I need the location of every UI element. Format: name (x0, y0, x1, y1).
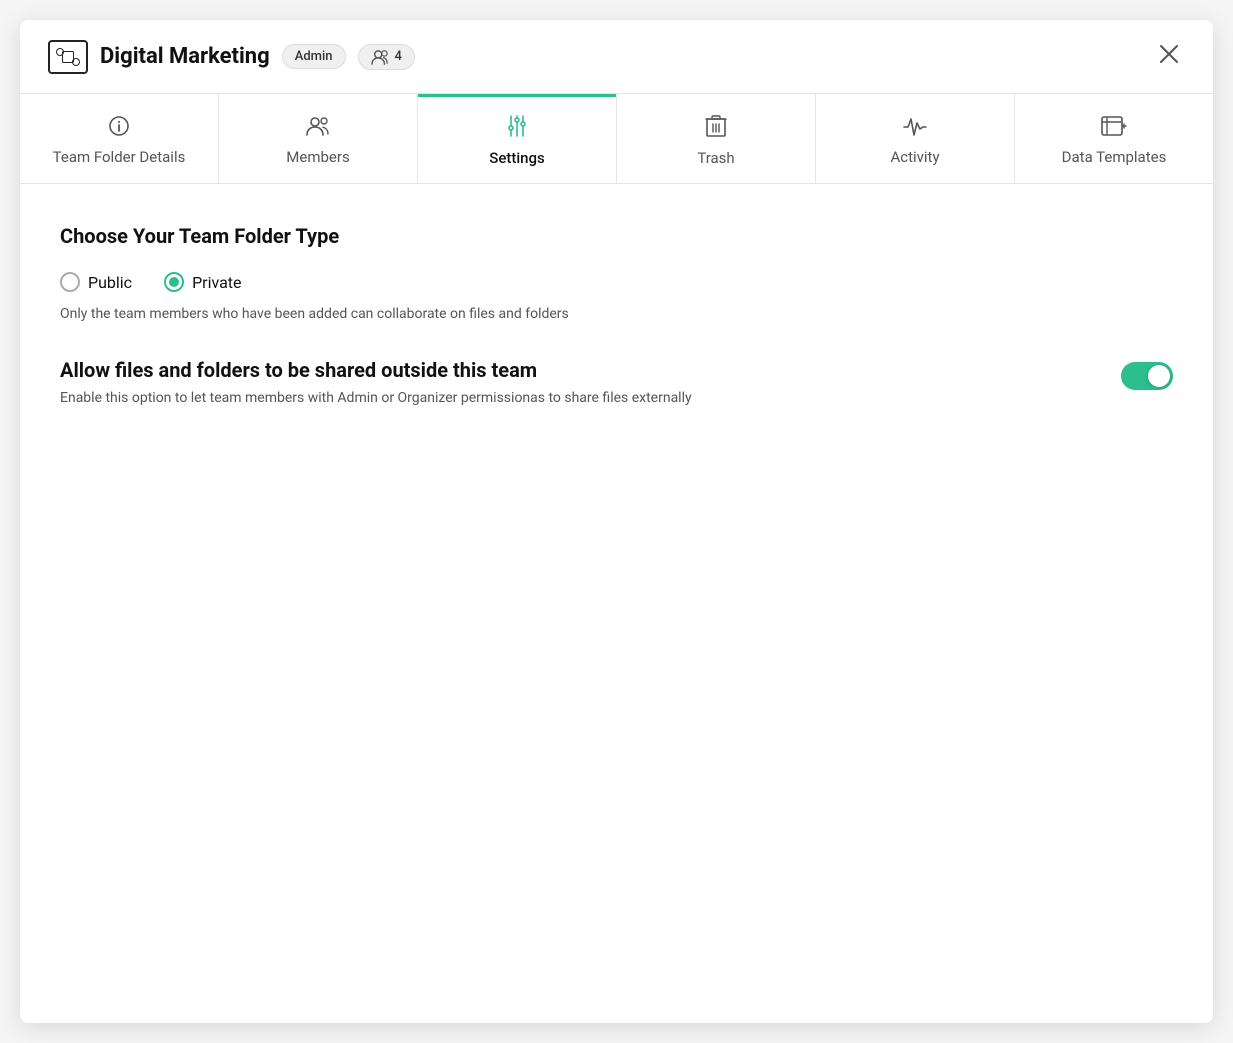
modal-header: Digital Marketing Admin 4 (20, 20, 1213, 94)
modal: Digital Marketing Admin 4 (20, 20, 1213, 1023)
info-icon (108, 115, 130, 140)
tab-data-templates-label: Data Templates (1062, 148, 1167, 166)
radio-public-circle (60, 272, 80, 292)
sharing-text: Allow files and folders to be shared out… (60, 358, 1097, 406)
tab-settings[interactable]: Settings (418, 94, 617, 183)
members-badge: 4 (358, 44, 415, 70)
tab-data-templates[interactable]: Data Templates (1015, 94, 1213, 183)
sharing-desc: Enable this option to let team members w… (60, 390, 1097, 406)
members-count: 4 (395, 49, 402, 64)
trash-icon (705, 114, 727, 141)
close-icon (1157, 42, 1181, 66)
radio-private-label: Private (192, 273, 241, 292)
folder-icon (48, 40, 88, 74)
folder-icon-inner (62, 51, 74, 63)
sharing-title: Allow files and folders to be shared out… (60, 358, 1097, 382)
activity-icon (903, 115, 927, 140)
radio-public-label: Public (88, 273, 132, 292)
settings-content: Choose Your Team Folder Type Public Priv… (20, 184, 1213, 446)
tab-trash[interactable]: Trash (617, 94, 816, 183)
members-icon (371, 49, 389, 65)
sharing-toggle[interactable] (1121, 362, 1173, 390)
modal-title: Digital Marketing (100, 44, 270, 69)
radio-private-option[interactable]: Private (164, 272, 241, 292)
folder-type-section: Choose Your Team Folder Type Public Priv… (60, 224, 1173, 322)
radio-private-circle (164, 272, 184, 292)
settings-icon (505, 114, 529, 141)
tab-members[interactable]: Members (219, 94, 418, 183)
tabs: Team Folder Details Members (20, 94, 1213, 184)
header-left: Digital Marketing Admin 4 (48, 40, 1153, 74)
close-button[interactable] (1153, 38, 1185, 75)
radio-public-option[interactable]: Public (60, 272, 132, 292)
tab-members-label: Members (286, 148, 349, 166)
data-templates-icon (1101, 115, 1127, 140)
folder-type-title: Choose Your Team Folder Type (60, 224, 1173, 248)
admin-badge: Admin (282, 44, 346, 69)
tab-activity[interactable]: Activity (816, 94, 1015, 183)
radio-group: Public Private (60, 272, 1173, 292)
sharing-section: Allow files and folders to be shared out… (60, 358, 1173, 406)
radio-description: Only the team members who have been adde… (60, 306, 1173, 322)
tab-settings-label: Settings (489, 149, 545, 167)
tab-activity-label: Activity (890, 148, 939, 166)
tab-trash-label: Trash (697, 149, 734, 167)
tab-team-folder-details[interactable]: Team Folder Details (20, 94, 219, 183)
members-tab-icon (306, 115, 330, 140)
tab-team-folder-details-label: Team Folder Details (53, 148, 186, 166)
